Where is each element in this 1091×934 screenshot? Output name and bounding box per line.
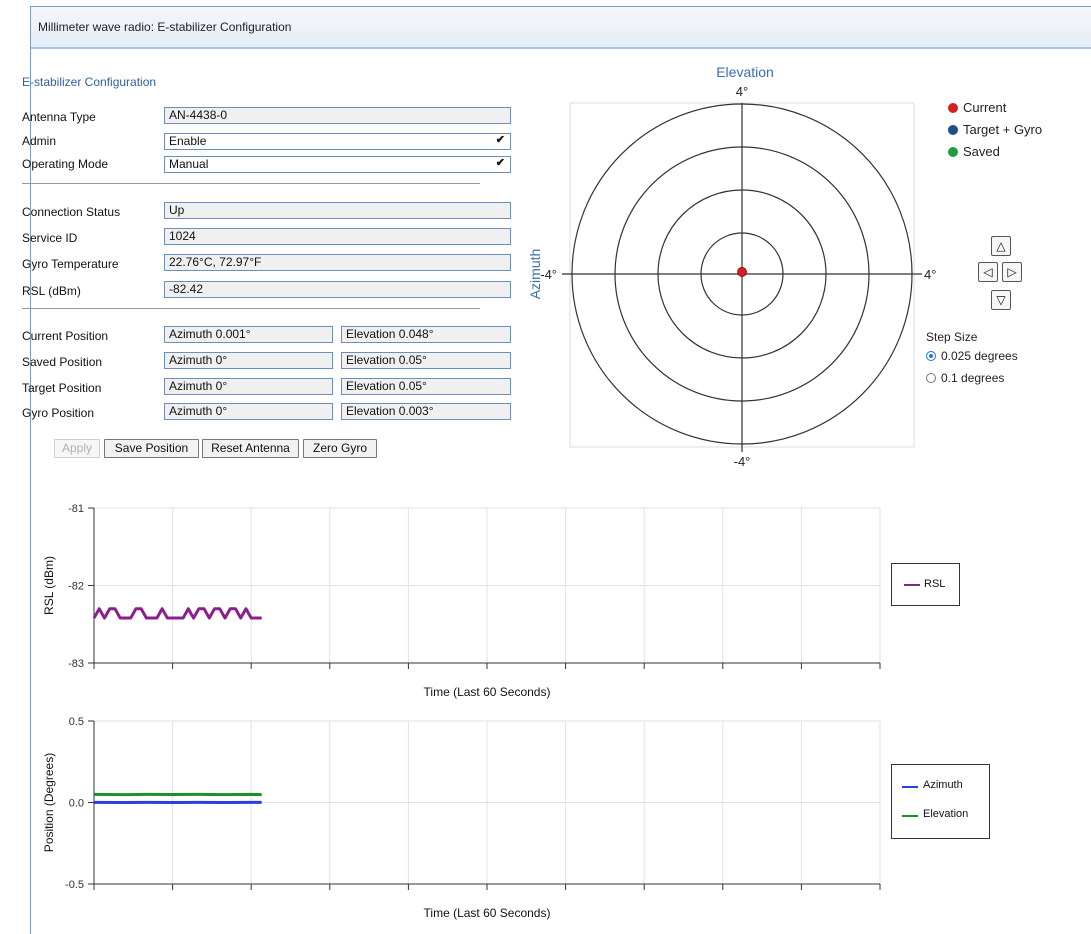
position-label: Current Position [22, 329, 109, 343]
step-option-01[interactable]: 0.1 degrees [926, 371, 1004, 385]
position-label: Saved Position [22, 355, 103, 369]
y-tick-label: -0.5 [65, 879, 84, 891]
operating-mode-select[interactable]: Manual ✔ [164, 156, 511, 173]
y-tick-label: -83 [68, 658, 84, 670]
elevation-field: Elevation 0.05° [341, 352, 511, 369]
step-size-label: Step Size [926, 330, 978, 344]
polar-side-label: Azimuth [527, 249, 543, 300]
apply-button[interactable]: Apply [54, 439, 100, 458]
move-right-button[interactable]: ▷ [1002, 262, 1022, 282]
polar-bottom-label: -4° [734, 454, 751, 469]
connection-status-field: Up [164, 202, 511, 219]
radio-selected-icon[interactable] [926, 351, 936, 361]
legend-saved: Saved [948, 144, 1000, 159]
title-bar: Millimeter wave radio: E-stabilizer Conf… [31, 7, 1091, 49]
rsl-legend-label: RSL [924, 578, 946, 590]
antenna-type-field: AN-4438-0 [164, 107, 511, 124]
position-label: Gyro Position [22, 406, 95, 420]
blue-dot-icon [948, 125, 958, 135]
elevation-field: Elevation 0.003° [341, 403, 511, 420]
radio-unselected-icon[interactable] [926, 373, 936, 383]
gyro-temperature-label: Gyro Temperature [22, 257, 119, 271]
move-down-button[interactable]: ▽ [991, 290, 1011, 310]
polar-plot: Elevation 4° -4° 4° -4° Azimuth [527, 64, 936, 469]
polar-right-label: 4° [924, 267, 936, 282]
x-axis-label: Time (Last 60 Seconds) [424, 685, 551, 699]
legend-target-gyro: Target + Gyro [948, 122, 1042, 137]
azimuth-field: Azimuth 0.001° [164, 326, 333, 343]
step-option-label: 0.025 degrees [941, 349, 1018, 363]
elevation-legend-label: Elevation [923, 808, 969, 820]
triangle-up-icon: △ [996, 239, 1006, 253]
y-axis-label: RSL (dBm) [42, 556, 56, 615]
green-dot-icon [948, 147, 958, 157]
service-id-field: 1024 [164, 228, 511, 245]
connection-status-label: Connection Status [22, 205, 121, 219]
legend-current: Current [948, 100, 1006, 115]
triangle-right-icon: ▷ [1007, 265, 1017, 279]
window-title: Millimeter wave radio: E-stabilizer Conf… [38, 20, 292, 34]
azimuth-field: Azimuth 0° [164, 352, 333, 369]
chevron-down-icon: ✔ [495, 134, 505, 146]
admin-value: Enable [169, 134, 207, 148]
position-chart-legend: Azimuth Elevation [891, 764, 990, 839]
legend-current-label: Current [963, 100, 1007, 115]
operating-mode-label: Operating Mode [22, 157, 109, 171]
legend-saved-label: Saved [963, 144, 1000, 159]
current-position-marker [737, 267, 747, 277]
triangle-left-icon: ◁ [983, 265, 993, 279]
position-label: Target Position [22, 381, 102, 395]
service-id-label: Service ID [22, 231, 78, 245]
triangle-down-icon: ▽ [996, 293, 1006, 307]
y-tick-label: 0.5 [69, 716, 84, 728]
elevation-field: Elevation 0.05° [341, 378, 511, 395]
chevron-down-icon: ✔ [495, 157, 505, 169]
zero-gyro-button[interactable]: Zero Gyro [303, 439, 377, 458]
red-dot-icon [948, 103, 958, 113]
step-option-label: 0.1 degrees [941, 371, 1005, 385]
section-title: E-stabilizer Configuration [22, 75, 157, 89]
rsl-chart-legend: RSL [891, 563, 960, 606]
gyro-temperature-field: 22.76°C, 72.97°F [164, 254, 511, 271]
operating-mode-value: Manual [169, 157, 209, 171]
polar-title: Elevation [716, 64, 774, 80]
azimuth-legend-swatch [902, 786, 918, 788]
rsl-legend-swatch [904, 584, 920, 586]
antenna-type-label: Antenna Type [22, 110, 96, 124]
legend-target-gyro-label: Target + Gyro [963, 122, 1043, 137]
polar-top-label: 4° [736, 84, 748, 99]
y-tick-label: -82 [68, 581, 84, 593]
x-axis-label: Time (Last 60 Seconds) [424, 906, 551, 920]
y-axis-label: Position (Degrees) [42, 753, 56, 852]
save-position-button[interactable]: Save Position [104, 439, 199, 458]
admin-label: Admin [22, 134, 57, 148]
step-option-0025[interactable]: 0.025 degrees [926, 349, 1018, 363]
divider [22, 183, 480, 184]
admin-select[interactable]: Enable ✔ [164, 133, 511, 150]
elevation-field: Elevation 0.048° [341, 326, 511, 343]
azimuth-field: Azimuth 0° [164, 378, 333, 395]
divider [22, 308, 480, 309]
azimuth-field: Azimuth 0° [164, 403, 333, 420]
y-tick-label: 0.0 [69, 798, 84, 810]
move-left-button[interactable]: ◁ [978, 262, 998, 282]
y-tick-label: -81 [68, 503, 84, 515]
reset-antenna-button[interactable]: Reset Antenna [202, 439, 299, 458]
elevation-legend-swatch [902, 815, 918, 817]
move-up-button[interactable]: △ [991, 236, 1011, 256]
azimuth-legend-label: Azimuth [923, 779, 963, 791]
rsl-label: RSL (dBm) [22, 284, 81, 298]
series-line-rsl [92, 607, 262, 620]
rsl-field: -82.42 [164, 281, 511, 298]
